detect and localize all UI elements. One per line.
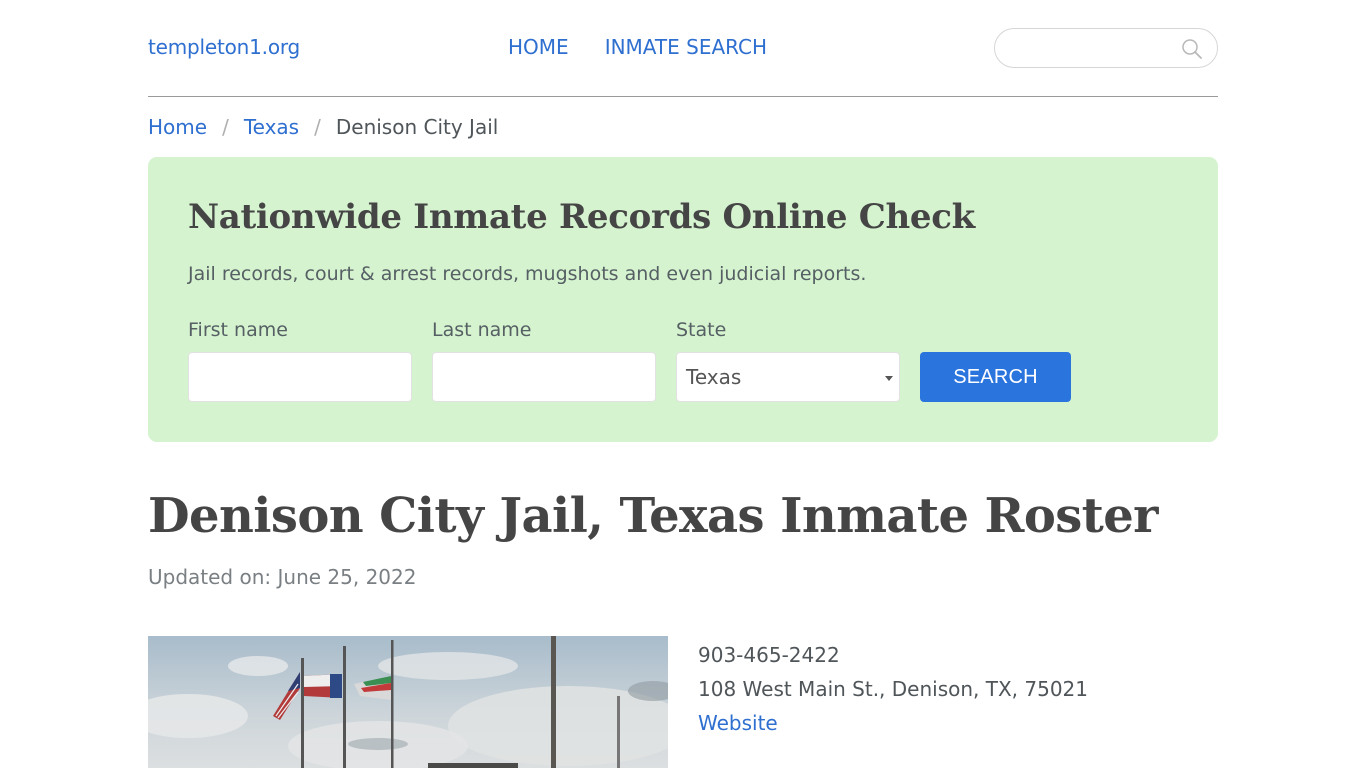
header-search [994,28,1218,68]
first-name-group: First name [188,319,412,402]
facility-phone: 903-465-2422 [698,643,840,667]
search-icon[interactable] [1181,38,1203,60]
state-label: State [676,319,727,341]
main-nav: HOME INMATE SEARCH [508,35,767,59]
last-name-input[interactable] [432,352,656,402]
breadcrumb-separator: / [222,115,229,139]
facility-address: 108 West Main St., Denison, TX, 75021 [698,677,1089,701]
last-name-group: Last name [432,319,656,402]
facility-photo [148,636,668,768]
nav-inmate-search[interactable]: INMATE SEARCH [605,35,767,59]
search-panel-title: Nationwide Inmate Records Online Check [188,197,975,237]
site-logo-link[interactable]: templeton1.org [148,35,300,59]
nav-home[interactable]: HOME [508,35,569,59]
updated-date: Updated on: June 25, 2022 [148,565,417,589]
search-panel-subtitle: Jail records, court & arrest records, mu… [188,263,867,285]
breadcrumb-texas[interactable]: Texas [244,115,299,139]
first-name-input[interactable] [188,352,412,402]
header-search-input[interactable] [1009,37,1169,61]
site-header: templeton1.org HOME INMATE SEARCH [148,0,1218,97]
inmate-search-panel: Nationwide Inmate Records Online Check J… [148,157,1218,442]
breadcrumb-current: Denison City Jail [335,115,499,139]
breadcrumb-separator: / [314,115,321,139]
last-name-label: Last name [432,319,532,341]
page-title: Denison City Jail, Texas Inmate Roster [148,488,1158,544]
first-name-label: First name [188,319,288,341]
state-select-value: Texas [686,365,742,389]
breadcrumb: Home / Texas / Denison City Jail [148,112,1218,142]
search-button[interactable]: SEARCH [920,352,1071,402]
state-group: State Texas [676,319,900,402]
facility-photo-image [148,636,668,768]
facility-info: 903-465-2422 108 West Main St., Denison,… [698,638,1088,740]
breadcrumb-home[interactable]: Home [148,115,207,139]
facility-website-link[interactable]: Website [698,711,778,735]
state-select[interactable]: Texas [676,352,900,402]
caret-down-icon [885,376,893,381]
